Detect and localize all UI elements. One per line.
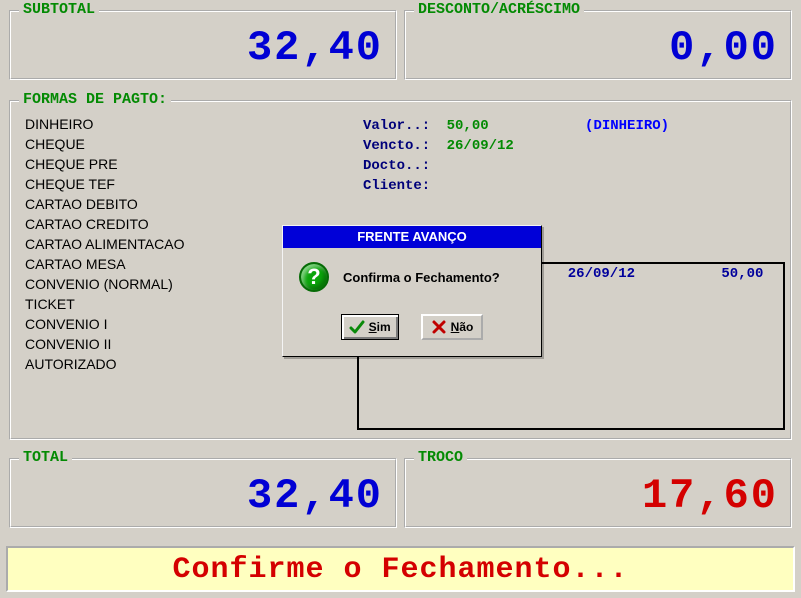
change-panel: TROCO 17,60: [404, 458, 792, 528]
status-bar: Confirme o Fechamento...: [6, 546, 795, 592]
dialog-message: Confirma o Fechamento?: [343, 270, 500, 285]
total-legend: TOTAL: [19, 449, 72, 466]
payment-legend: FORMAS DE PAGTO:: [19, 91, 171, 108]
detail-vencto-label: Vencto.:: [363, 138, 430, 154]
discount-value: 0,00: [669, 24, 778, 72]
payment-method-item[interactable]: CONVENIO II: [25, 334, 184, 354]
total-panel: TOTAL 32,40: [9, 458, 397, 528]
detail-cliente-label: Cliente:: [363, 178, 430, 194]
detail-method-value: (DINHEIRO): [585, 118, 669, 134]
payment-method-item[interactable]: CHEQUE PRE: [25, 154, 184, 174]
x-icon: [431, 319, 447, 335]
payment-method-item[interactable]: CARTAO DEBITO: [25, 194, 184, 214]
discount-panel: DESCONTO/ACRÉSCIMO 0,00: [404, 10, 792, 80]
change-value: 17,60: [642, 472, 778, 520]
detail-docto-label: Docto..:: [363, 158, 430, 174]
payment-method-item[interactable]: CARTAO CREDITO: [25, 214, 184, 234]
detail-cliente-row: Cliente:: [363, 178, 438, 194]
subtotal-panel: SUBTOTAL 32,40: [9, 10, 397, 80]
detail-valor-label: Valor..:: [363, 118, 430, 134]
payment-method-item[interactable]: DINHEIRO: [25, 114, 184, 134]
check-icon: [349, 319, 365, 335]
change-legend: TROCO: [414, 449, 467, 466]
payment-method-item[interactable]: CARTAO MESA: [25, 254, 184, 274]
detail-vencto-row: Vencto.: 26/09/12: [363, 138, 514, 154]
detail-valor-value: 50,00: [447, 118, 489, 134]
total-value: 32,40: [247, 472, 383, 520]
yes-button-mnemonic: S: [369, 320, 377, 334]
entry-amount: 50,00: [643, 266, 763, 282]
payment-method-item[interactable]: TICKET: [25, 294, 184, 314]
detail-vencto-value: 26/09/12: [447, 138, 514, 154]
detail-valor-row: Valor..: 50,00 (DINHEIRO): [363, 118, 669, 134]
payment-method-item[interactable]: CARTAO ALIMENTACAO: [25, 234, 184, 254]
subtotal-value: 32,40: [247, 24, 383, 72]
confirm-dialog: FRENTE AVANÇO Confirma o Fechamento? Sim…: [282, 225, 542, 357]
subtotal-legend: SUBTOTAL: [19, 1, 99, 18]
detail-docto-row: Docto..:: [363, 158, 438, 174]
no-button-rest: ão: [459, 320, 473, 334]
payment-methods-list: DINHEIRO CHEQUE CHEQUE PRE CHEQUE TEF CA…: [25, 114, 184, 374]
payment-method-item[interactable]: AUTORIZADO: [25, 354, 184, 374]
payment-method-item[interactable]: CONVENIO (NORMAL): [25, 274, 184, 294]
payment-method-item[interactable]: CONVENIO I: [25, 314, 184, 334]
dialog-title: FRENTE AVANÇO: [283, 226, 541, 248]
payment-method-item[interactable]: CHEQUE TEF: [25, 174, 184, 194]
dialog-body: Confirma o Fechamento? Sim Não: [283, 248, 541, 356]
yes-button-rest: im: [377, 320, 391, 334]
no-button[interactable]: Não: [421, 314, 484, 340]
question-icon: [299, 262, 329, 292]
payment-method-item[interactable]: CHEQUE: [25, 134, 184, 154]
yes-button[interactable]: Sim: [341, 314, 399, 340]
discount-legend: DESCONTO/ACRÉSCIMO: [414, 1, 584, 18]
